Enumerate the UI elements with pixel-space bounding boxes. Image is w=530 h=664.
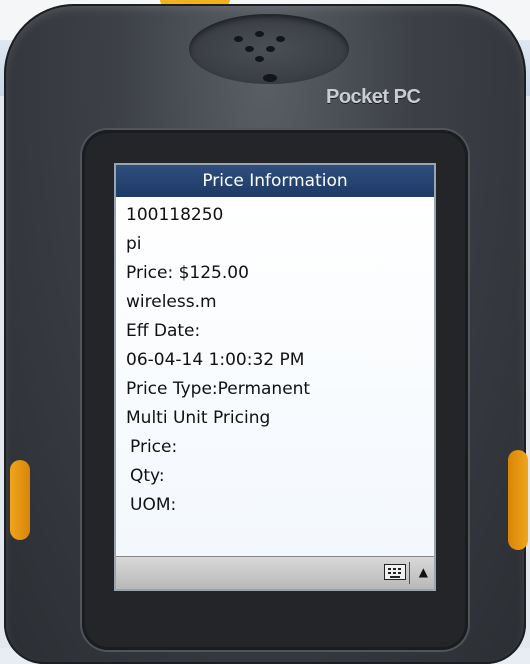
right-side-button[interactable] [508, 450, 528, 550]
item-number: 100118250 [126, 205, 224, 225]
multi-unit-price-label: Price: [130, 437, 178, 457]
item-description: pi [126, 234, 142, 254]
taskbar-separator [409, 562, 410, 584]
eff-date-label: Eff Date: [126, 321, 201, 341]
left-side-button[interactable] [10, 460, 30, 540]
device-brand-logo: Pocket PC [326, 86, 421, 108]
multi-unit-pricing-heading: Multi Unit Pricing [126, 408, 271, 428]
price-type: Price Type:Permanent [126, 379, 311, 399]
price-value: Price: $125.00 [126, 263, 249, 283]
price-info-content: 100118250 pi Price: $125.00 wireless.m E… [116, 197, 434, 557]
multi-unit-qty-label: Qty: [130, 466, 165, 486]
item-category: wireless.m [126, 292, 217, 312]
multi-unit-uom-label: UOM: [130, 495, 177, 515]
eff-date-value: 06-04-14 1:00:32 PM [126, 350, 305, 370]
speaker-grille-icon [189, 14, 349, 84]
up-arrow-icon[interactable]: ▲ [419, 565, 428, 579]
window-title: Price Information [116, 165, 434, 197]
device-screen: Price Information 100118250 pi Price: $1… [114, 163, 436, 591]
keyboard-icon[interactable] [384, 564, 406, 580]
input-panel-bar: ▲ [116, 556, 434, 589]
